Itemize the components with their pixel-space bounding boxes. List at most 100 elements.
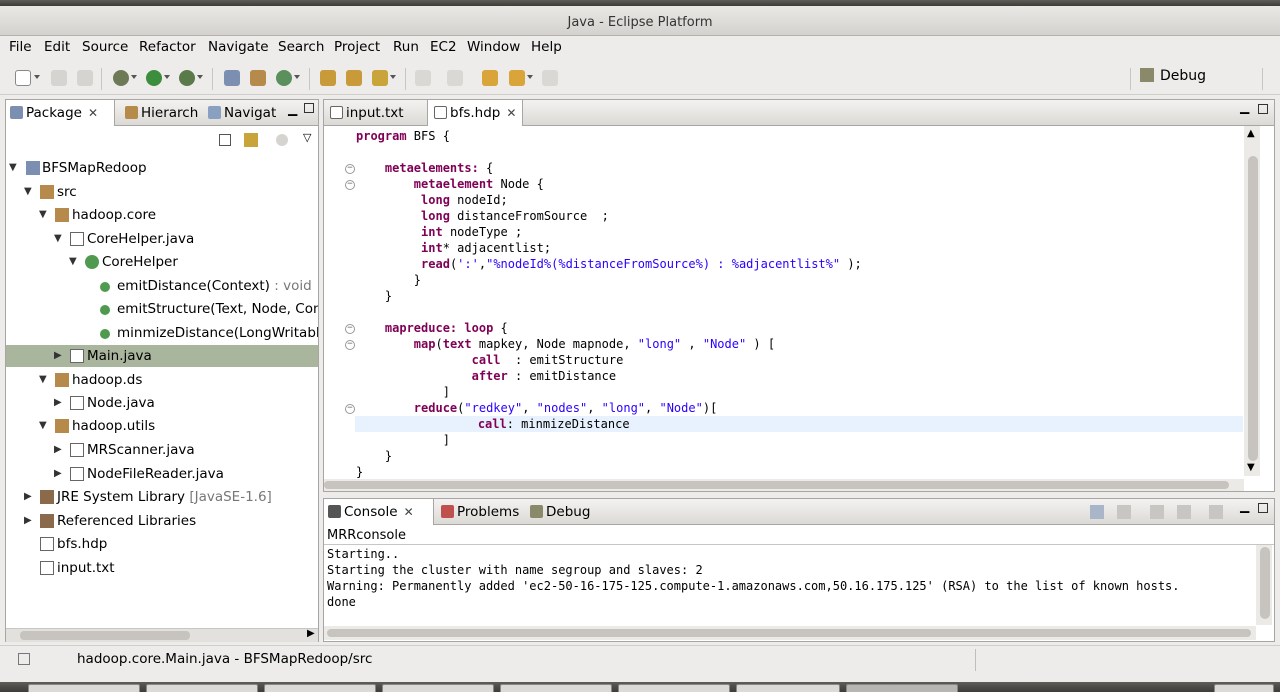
menu-run[interactable]: Run: [393, 39, 419, 55]
external-tools-icon[interactable]: [179, 70, 195, 86]
tree-item-package[interactable]: ▼ hadoop.ds: [6, 369, 318, 391]
prev-annotation-icon[interactable]: [447, 70, 463, 86]
close-icon[interactable]: ✕: [88, 106, 98, 120]
collapsed-icon[interactable]: ▶: [54, 463, 66, 485]
tree-item-method[interactable]: emitStructure(Text, Node, Conte: [6, 298, 318, 320]
run-icon[interactable]: [146, 70, 162, 86]
collapsed-icon[interactable]: ▶: [54, 439, 66, 461]
tree-item-class[interactable]: ▼ CoreHelper: [6, 251, 318, 273]
tree-item-file[interactable]: bfs.hdp: [6, 533, 318, 555]
maximize-icon[interactable]: [1258, 503, 1268, 513]
collapsed-icon[interactable]: ▶: [24, 486, 36, 508]
tab-package-explorer[interactable]: Package ✕: [6, 100, 115, 126]
fold-icon[interactable]: −: [345, 340, 355, 350]
scrollbar-thumb[interactable]: [20, 631, 190, 640]
expanded-icon[interactable]: ▼: [9, 157, 21, 179]
scrollbar-thumb[interactable]: [1248, 156, 1258, 461]
fold-icon[interactable]: −: [345, 180, 355, 190]
tree-item-java-file-selected[interactable]: ▶ Main.java: [6, 345, 318, 367]
code-editor[interactable]: program BFS { metaelements: { metaelemen…: [324, 126, 1244, 479]
new-icon[interactable]: [15, 70, 31, 86]
forward-icon[interactable]: [542, 70, 558, 86]
fold-icon[interactable]: −: [345, 324, 355, 334]
search-icon[interactable]: [372, 70, 388, 86]
workspace-switcher[interactable]: [1214, 684, 1274, 692]
maximize-icon[interactable]: [304, 103, 314, 113]
tree-item-java-file[interactable]: ▶ MRScanner.java: [6, 439, 318, 461]
chevron-down-icon[interactable]: ▽: [303, 131, 311, 144]
taskbar-button[interactable]: [500, 684, 612, 692]
expanded-icon[interactable]: ▼: [39, 204, 51, 226]
minimize-icon[interactable]: ▁: [288, 102, 297, 116]
tree-item-java-file[interactable]: ▼ CoreHelper.java: [6, 228, 318, 250]
scroll-up-icon[interactable]: ▲: [1247, 128, 1255, 139]
view-menu-icon[interactable]: [276, 134, 288, 146]
last-edit-icon[interactable]: [482, 70, 498, 86]
expanded-icon[interactable]: ▼: [24, 181, 36, 203]
menu-search[interactable]: Search: [278, 39, 324, 55]
taskbar-button-active[interactable]: [846, 684, 958, 692]
menu-source[interactable]: Source: [82, 39, 128, 55]
taskbar-button[interactable]: [264, 684, 376, 692]
scrollbar-thumb[interactable]: [1260, 547, 1270, 619]
collapsed-icon[interactable]: ▶: [54, 345, 66, 367]
taskbar-button[interactable]: [618, 684, 730, 692]
new-class-icon[interactable]: [276, 70, 292, 86]
horizontal-scrollbar[interactable]: [324, 479, 1244, 491]
debug-icon[interactable]: [113, 70, 129, 86]
tree-item-src[interactable]: ▼ src: [6, 181, 318, 203]
tab-debug[interactable]: Debug: [526, 499, 596, 525]
horizontal-scrollbar[interactable]: ▶: [6, 628, 318, 642]
tree-item-java-file[interactable]: ▶ NodeFileReader.java: [6, 463, 318, 485]
save-icon[interactable]: [51, 70, 67, 86]
vertical-scrollbar[interactable]: ▲ ▼: [1244, 126, 1260, 476]
tree-item-method[interactable]: minmizeDistance(LongWritable: [6, 322, 318, 344]
scroll-down-icon[interactable]: ▼: [1247, 462, 1255, 473]
maximize-icon[interactable]: [1258, 104, 1268, 114]
menu-navigate[interactable]: Navigate: [208, 39, 269, 55]
open-task-icon[interactable]: [346, 70, 362, 86]
menu-window[interactable]: Window: [467, 39, 520, 55]
close-icon[interactable]: ✕: [404, 505, 414, 519]
tab-console[interactable]: Console ✕: [324, 499, 434, 525]
close-icon[interactable]: ✕: [506, 106, 516, 120]
terminate-icon[interactable]: [1090, 505, 1104, 519]
scrollbar-thumb[interactable]: [324, 481, 1229, 489]
menu-refactor[interactable]: Refactor: [139, 39, 196, 55]
new-package-icon[interactable]: [250, 70, 266, 86]
tree-item-method[interactable]: emitDistance(Context) : void: [6, 275, 318, 297]
taskbar-button[interactable]: [736, 684, 840, 692]
collapsed-icon[interactable]: ▶: [54, 392, 66, 414]
menu-help[interactable]: Help: [531, 39, 562, 55]
pin-console-icon[interactable]: [1177, 505, 1191, 519]
tree-item-package[interactable]: ▼ hadoop.utils: [6, 415, 318, 437]
horizontal-scrollbar[interactable]: [324, 626, 1256, 640]
taskbar-button[interactable]: [146, 684, 258, 692]
expanded-icon[interactable]: ▼: [69, 251, 81, 273]
link-with-editor-icon[interactable]: [244, 133, 258, 147]
taskbar-button[interactable]: [28, 684, 140, 692]
vertical-scrollbar[interactable]: [1256, 545, 1272, 625]
menu-ec2[interactable]: EC2: [430, 39, 457, 55]
fast-view-icon[interactable]: [18, 653, 30, 665]
tab-hierarchy[interactable]: Hierarch: [121, 100, 206, 126]
menu-project[interactable]: Project: [334, 39, 380, 55]
tree-item-project[interactable]: ▼ BFSMapRedoop: [6, 157, 318, 179]
fold-icon[interactable]: −: [345, 404, 355, 414]
tab-input-txt[interactable]: input.txt: [324, 100, 422, 126]
tree-item-package[interactable]: ▼ hadoop.core: [6, 204, 318, 226]
expanded-icon[interactable]: ▼: [54, 228, 66, 250]
back-icon[interactable]: [509, 70, 525, 86]
collapsed-icon[interactable]: ▶: [24, 510, 36, 532]
clear-console-icon[interactable]: [1117, 505, 1131, 519]
expanded-icon[interactable]: ▼: [39, 415, 51, 437]
tree-item-java-file[interactable]: ▶ Node.java: [6, 392, 318, 414]
tree-item-library[interactable]: ▶ Referenced Libraries: [6, 510, 318, 532]
minimize-icon[interactable]: ▁: [1240, 100, 1249, 114]
expanded-icon[interactable]: ▼: [39, 369, 51, 391]
debug-perspective-button[interactable]: Debug: [1140, 68, 1245, 90]
print-icon[interactable]: [77, 70, 93, 86]
minimize-icon[interactable]: ▁: [1240, 499, 1249, 513]
tree-item-library[interactable]: ▶ JRE System Library [JavaSE-1.6]: [6, 486, 318, 508]
menu-edit[interactable]: Edit: [44, 39, 70, 55]
